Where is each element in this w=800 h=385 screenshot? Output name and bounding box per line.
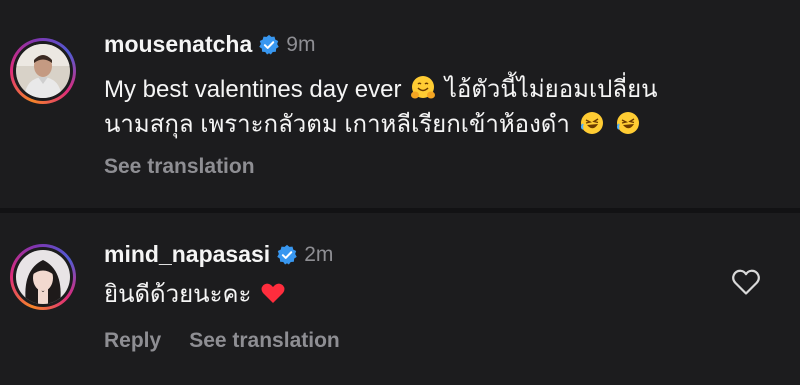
verified-badge-icon — [277, 244, 297, 265]
comment-header: mind_napasasi 2m — [104, 241, 333, 268]
verified-badge-icon — [259, 34, 279, 55]
comment-text-part: ไอ้ตัวนี้ไม่ยอมเปลี่ยน — [444, 76, 658, 103]
username[interactable]: mind_napasasi — [104, 241, 270, 268]
comment-actions: Reply See translation — [104, 329, 340, 353]
see-translation-link[interactable]: See translation — [189, 329, 340, 353]
comment-item: mind_napasasi 2m ยินดีด้วยนะคะ Reply See… — [0, 213, 800, 385]
see-translation-link[interactable]: See translation — [104, 155, 255, 179]
rofl-emoji-icon — [617, 112, 640, 134]
reply-button[interactable]: Reply — [104, 329, 161, 353]
hugging-face-emoji-icon — [411, 76, 436, 99]
username[interactable]: mousenatcha — [104, 31, 252, 58]
avatar[interactable] — [10, 244, 76, 310]
avatar[interactable] — [10, 38, 76, 104]
like-heart-icon[interactable] — [731, 268, 761, 296]
rofl-emoji-icon — [580, 112, 603, 134]
comment-header: mousenatcha 9m — [104, 31, 315, 58]
comment-text-part: My best valentines day ever — [104, 76, 402, 103]
comment-actions: See translation — [104, 155, 255, 179]
comment-text-part: ยินดีด้วยนะคะ — [104, 281, 252, 308]
comment-text-part: นามสกุล เพราะกลัวตม เกาหลีเรียกเข้าห้องด… — [104, 111, 570, 138]
comment-item: mousenatcha 9m My best valentines day ev… — [0, 0, 800, 208]
timestamp: 2m — [304, 242, 334, 266]
timestamp: 9m — [286, 32, 316, 56]
comment-text: My best valentines day ever ไอ้ตัวนี้ไม่… — [104, 72, 774, 142]
comment-text: ยินดีด้วยนะคะ — [104, 277, 288, 312]
red-heart-emoji-icon — [261, 283, 285, 303]
